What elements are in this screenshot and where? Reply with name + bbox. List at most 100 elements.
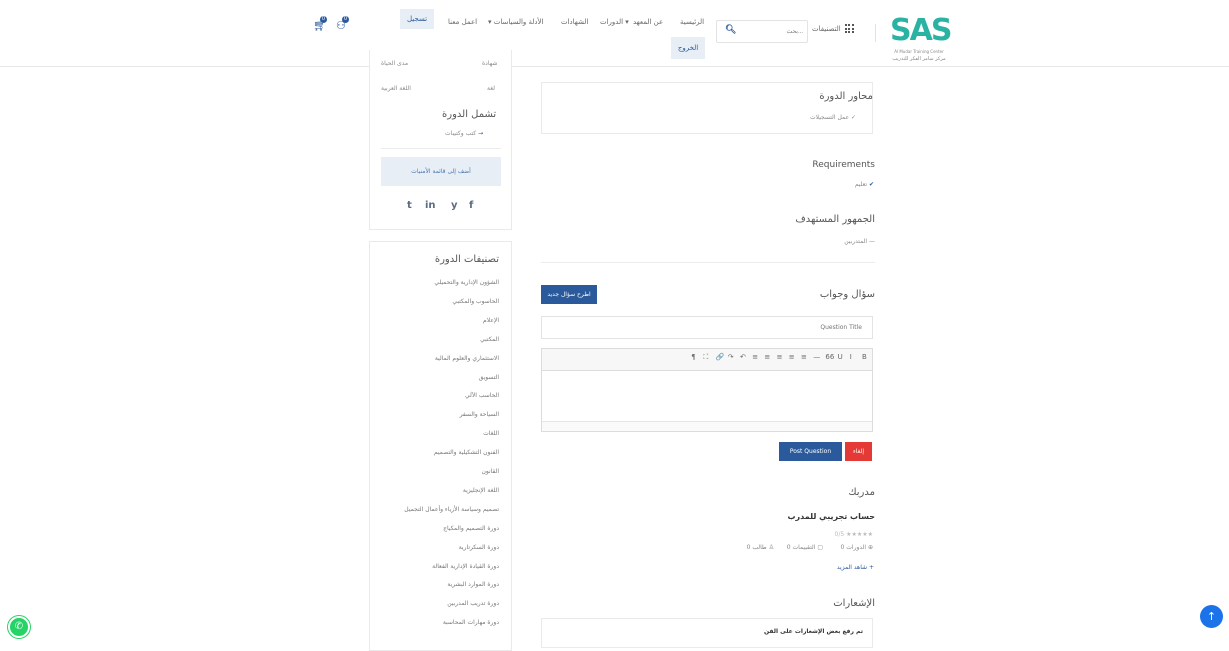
header: SAS Al Mudar Training Center مركز سامر ا… xyxy=(0,0,1229,66)
nav-work-with-us[interactable]: اعمل معنا xyxy=(448,18,477,26)
instructor-courses-label: 0 الدورات xyxy=(840,544,867,551)
logo-subtitle-en: Al Mudar Training Center xyxy=(894,49,944,54)
category-item[interactable]: دورة التصميم والمكياج xyxy=(443,525,499,532)
category-item[interactable]: الاستثماري والعلوم المالية xyxy=(435,355,499,362)
category-item[interactable]: دورة مهارات المحاسبة xyxy=(443,619,499,626)
logo[interactable]: SAS Al Mudar Training Center مركز سامر ا… xyxy=(882,11,956,67)
category-item[interactable]: اللغات xyxy=(483,430,499,437)
add-to-wishlist-button[interactable]: أضف إلى قائمة الأمنيات xyxy=(381,157,501,186)
nav-courses[interactable]: الدورات ▾ xyxy=(600,18,629,26)
editor-tool-button[interactable]: ≡ xyxy=(801,353,807,361)
chevron-down-icon: ▾ xyxy=(625,18,629,26)
category-item[interactable]: الإعلام xyxy=(483,317,499,324)
nav-about[interactable]: عن المعهد xyxy=(633,18,663,26)
view-more-link[interactable]: شاهد المزيد + xyxy=(837,564,874,571)
whatsapp-button[interactable]: ✆ xyxy=(8,616,30,638)
nav-policies-label: الأدلة والسياسات xyxy=(493,18,544,26)
editor-tool-button[interactable]: B xyxy=(862,353,867,361)
editor-tool-button[interactable]: I xyxy=(850,353,852,361)
header-divider xyxy=(0,66,1229,67)
view-more-label: شاهد المزيد xyxy=(836,564,868,571)
login-button[interactable]: تسجيل xyxy=(400,9,434,29)
register-button[interactable]: الخروج xyxy=(671,37,705,59)
notifications-title: الإشعارات xyxy=(833,598,875,609)
category-item[interactable]: دورة السكرتارية xyxy=(459,544,499,551)
category-item[interactable]: تصميم وسياسة الأزياء وأعمال التجميل xyxy=(404,506,499,513)
category-item[interactable]: دورة تدريب المدربين xyxy=(447,600,499,607)
audience-item-label: المتدربين xyxy=(844,238,868,245)
question-title-input[interactable] xyxy=(541,316,873,339)
editor-resize-bar[interactable] xyxy=(542,421,872,431)
editor-tool-button[interactable]: ≡ xyxy=(777,353,783,361)
certificate-value: مدى الحياة xyxy=(381,60,409,67)
divider xyxy=(875,24,876,42)
curriculum-item[interactable]: عمل التسجيلات ✓ xyxy=(810,114,856,121)
category-item[interactable]: القانون xyxy=(481,468,499,475)
editor-tool-button[interactable]: U xyxy=(838,353,843,361)
instructor-courses-count: 0 الدورات ⊕ xyxy=(841,544,873,551)
audience-item: المتدربين — xyxy=(844,238,875,245)
check-icon: ✓ xyxy=(850,114,856,121)
nav-courses-label: الدورات xyxy=(600,18,624,26)
language-value: اللغة العربية xyxy=(381,85,411,92)
instructor-name[interactable]: حساب تجريبي للمدرب xyxy=(787,512,875,521)
tumblr-icon[interactable]: t xyxy=(407,200,412,211)
category-item[interactable]: الفنون التشكيلية والتصميم xyxy=(434,449,499,456)
linkedin-icon[interactable]: in xyxy=(425,200,436,211)
category-item[interactable]: دورة الموارد البشرية xyxy=(447,581,499,588)
search-icon[interactable]: 🔍︎ xyxy=(725,25,736,35)
curriculum-card xyxy=(541,82,873,134)
categories-title: تصنيفات الدورة xyxy=(434,254,499,265)
requirements-title: Requirements xyxy=(812,160,875,170)
arrow-up-icon: ↑ xyxy=(1206,610,1217,623)
category-item[interactable]: المكتبي xyxy=(480,336,499,343)
divider xyxy=(541,262,875,263)
editor-tool-button[interactable]: ¶ xyxy=(691,353,695,361)
scroll-top-button[interactable]: ↑ xyxy=(1200,605,1223,628)
nav-policies[interactable]: ▾ الأدلة والسياسات xyxy=(488,18,543,26)
cart-badge: 0 xyxy=(320,16,327,23)
category-item[interactable]: السياحة والسفر xyxy=(460,411,499,418)
includes-item-label: كتب وكتيبات xyxy=(445,130,477,137)
search-input[interactable] xyxy=(743,25,803,38)
search-box: 🔍︎ xyxy=(716,20,808,43)
nav-certificates[interactable]: الشهادات xyxy=(561,18,588,26)
editor-tool-button[interactable]: ↶ xyxy=(740,353,746,361)
editor-body[interactable] xyxy=(542,372,872,420)
editor-tool-button[interactable]: 🔗 xyxy=(716,353,725,361)
dash-icon: — xyxy=(869,238,875,245)
editor-tool-button[interactable]: — xyxy=(813,353,820,361)
category-item[interactable]: الحاسوب والمكتبي xyxy=(452,298,499,305)
facebook-icon[interactable]: f xyxy=(469,200,473,211)
cancel-button[interactable]: إلغاء xyxy=(845,442,872,461)
nav-home[interactable]: الرئيسية xyxy=(680,18,704,26)
editor-tool-button[interactable]: ≡ xyxy=(764,353,770,361)
instructor-reviews-count: 0 التقييمات ▢ xyxy=(787,544,823,551)
user-badge: 0 xyxy=(342,16,349,23)
editor-tool-button[interactable]: ↷ xyxy=(728,353,734,361)
categories-label: التصنيفات xyxy=(812,24,841,33)
check-icon: ✔ xyxy=(868,181,874,188)
category-item[interactable]: الحاسب الآلي xyxy=(465,392,499,399)
category-item[interactable]: الشؤون الإدارية والتحميلي xyxy=(434,279,499,286)
editor-tool-button[interactable]: ≡ xyxy=(789,353,795,361)
category-item[interactable]: دورة القيادة الإدارية الفعالة xyxy=(432,563,499,570)
audience-title: الجمهور المستهدف xyxy=(795,214,875,225)
editor-tool-button[interactable]: 66 xyxy=(825,353,834,361)
instructor-reviews-label: 0 التقييمات xyxy=(786,544,816,551)
categories-button[interactable]: التصنيفات xyxy=(812,24,854,33)
post-question-button[interactable]: Post Question xyxy=(779,442,842,461)
whatsapp-icon: ✆ xyxy=(14,621,24,632)
category-item[interactable]: اللغة الإنجليزية xyxy=(463,487,499,494)
category-item[interactable]: التسويق xyxy=(479,374,499,381)
curriculum-item-label: عمل التسجيلات xyxy=(809,114,850,121)
notification-text[interactable]: تم رفع بعض الإشعارات على الفن xyxy=(764,628,863,635)
includes-title: تشمل الدورة xyxy=(442,109,497,120)
editor-tool-button[interactable]: ⛶ xyxy=(703,353,708,362)
curriculum-title: محاور الدورة xyxy=(819,91,873,102)
chevron-down-icon: ▾ xyxy=(488,18,492,26)
instructor-students-label: 0 طالب xyxy=(746,544,767,551)
ask-question-button[interactable]: اطرح سؤال جديد xyxy=(541,285,597,304)
twitter-icon[interactable]: y xyxy=(451,200,458,211)
editor-tool-button[interactable]: ≡ xyxy=(752,353,758,361)
